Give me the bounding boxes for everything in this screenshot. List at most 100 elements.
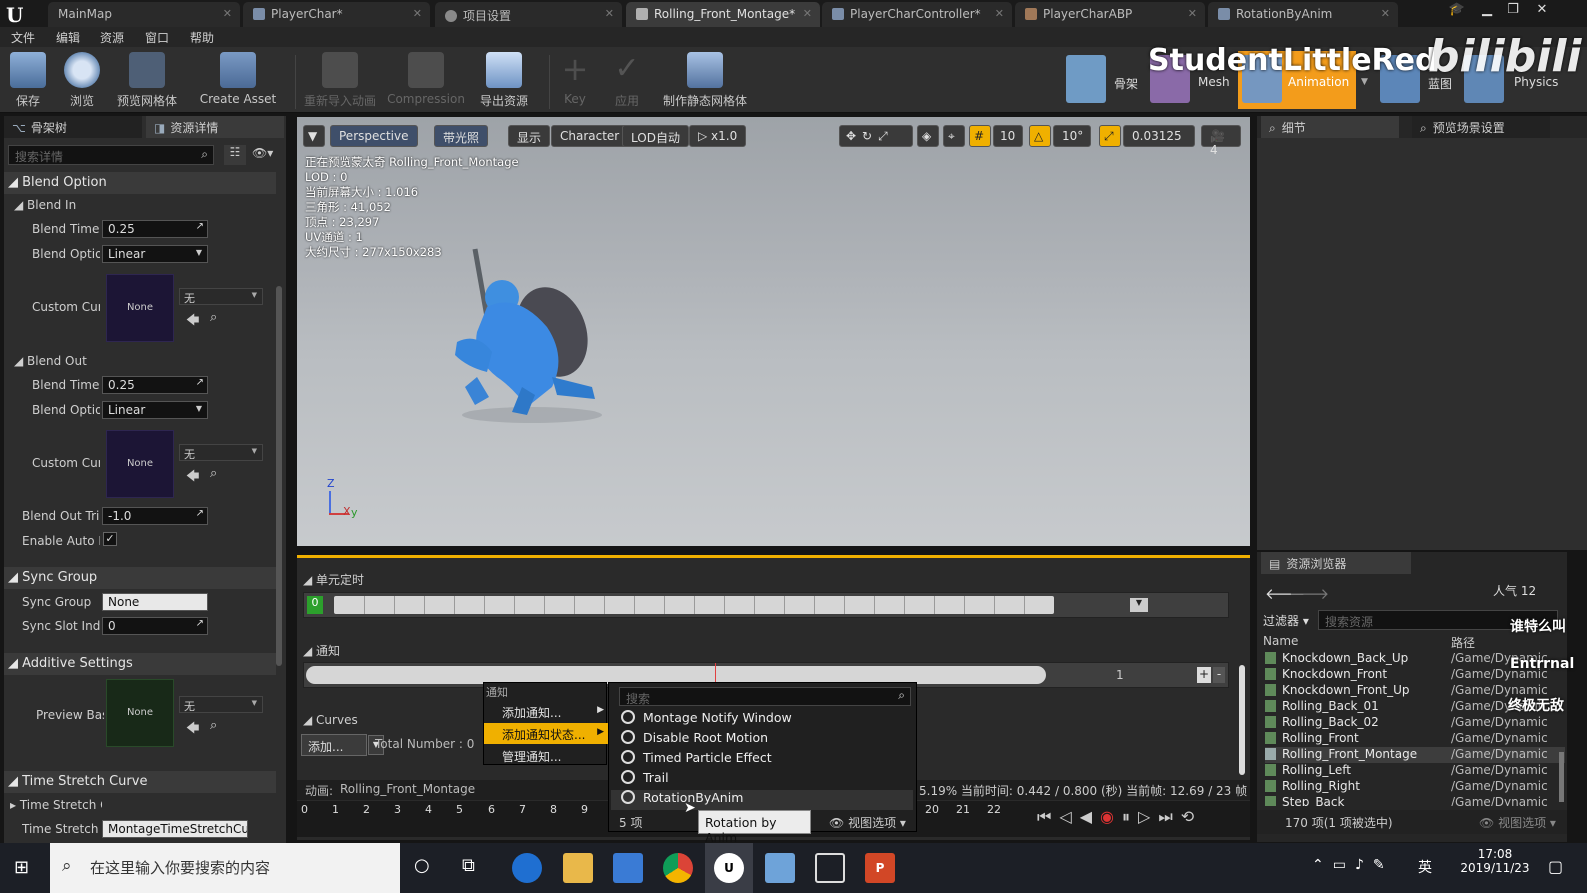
preview-base-combo[interactable]: 无	[179, 696, 263, 713]
use-selected-arrow-icon[interactable]: 🡄	[186, 467, 199, 489]
close-icon[interactable]: ✕	[803, 7, 812, 20]
pause-icon[interactable]: ⏸	[1122, 807, 1138, 826]
section-marker[interactable]: 0	[307, 596, 323, 614]
step-forward-icon[interactable]: ▷	[1138, 807, 1158, 826]
close-icon[interactable]: ✕	[223, 7, 232, 20]
show-button[interactable]: 显示	[508, 125, 551, 147]
step-back-icon[interactable]: ◁	[1059, 807, 1079, 826]
playback-speed-button[interactable]: ▷ x1.0	[689, 125, 747, 147]
local-world-icon[interactable]: ◈	[917, 125, 939, 147]
tab-asset-details[interactable]: ◨ 资源详情	[146, 116, 284, 138]
scrollbar[interactable]	[1239, 665, 1245, 775]
forward-arrow-icon[interactable]: 🡒	[1289, 584, 1329, 603]
column-path[interactable]: 路径	[1451, 634, 1475, 651]
maximize-icon[interactable]: ❐	[1502, 2, 1524, 20]
list-item[interactable]: Rolling_Back_02/Game/Dynamic	[1265, 715, 1565, 731]
ime-indicator[interactable]: 英	[1418, 857, 1432, 877]
subsection-blend-in[interactable]: ◢ Blend In	[4, 195, 276, 215]
grid-snap-icon[interactable]: #	[969, 125, 991, 147]
close-icon[interactable]: ✕	[995, 7, 1004, 20]
section-sync-group[interactable]: ◢ Sync Group	[4, 567, 276, 589]
tab-content-browser[interactable]: ▤ 资源浏览器	[1261, 552, 1411, 574]
section-time-stretch-curve[interactable]: ◢ Time Stretch Curve	[4, 771, 276, 793]
cortana-icon[interactable]: ○	[414, 855, 430, 876]
angle-size-button[interactable]: 10°	[1053, 125, 1091, 147]
character-button[interactable]: Character	[551, 125, 629, 147]
lit-button[interactable]: 带光照	[434, 125, 489, 147]
chrome-icon[interactable]	[663, 853, 693, 883]
graduation-cap-icon[interactable]: 🎓	[1446, 2, 1468, 20]
subsection-blend-out[interactable]: ◢ Blend Out	[4, 351, 276, 371]
store-icon[interactable]	[613, 853, 643, 883]
tab-playercharabp[interactable]: PlayerCharABP ✕	[1015, 2, 1205, 27]
blend-in-curve-thumbnail[interactable]: None	[106, 274, 174, 342]
chevron-down-icon[interactable]: ▼	[1130, 598, 1148, 612]
menu-edit[interactable]: 编辑	[56, 29, 80, 46]
details-search-input[interactable]: 搜索详情 ⌕	[8, 145, 214, 165]
list-item[interactable]: Rolling_Left/Game/Dynamic	[1265, 763, 1565, 779]
menu-file[interactable]: 文件	[11, 29, 35, 46]
blend-in-option-select[interactable]: Linear	[102, 245, 208, 263]
tab-playerchar[interactable]: PlayerChar* ✕	[243, 2, 430, 27]
windows-start-icon[interactable]: ⊞	[14, 857, 29, 878]
reimport-animation-button[interactable]: 重新导入动画	[300, 52, 380, 112]
whiteboard-icon[interactable]	[815, 853, 845, 883]
save-button[interactable]: 保存	[4, 52, 52, 112]
camera-speed-button[interactable]: 🎥 4	[1201, 125, 1241, 157]
scale-size-button[interactable]: 0.03125	[1123, 125, 1195, 147]
taskbar-search-input[interactable]: ⌕ 在这里输入你要搜索的内容	[50, 843, 400, 893]
montage-track[interactable]: 0 ▼	[303, 592, 1229, 618]
blend-out-time-field[interactable]: 0.25 ↗	[102, 376, 208, 394]
make-static-mesh-button[interactable]: 制作静态网格体	[656, 52, 754, 112]
task-view-icon[interactable]: ⧉	[462, 855, 475, 876]
close-icon[interactable]: ✕	[413, 7, 422, 20]
network-icon[interactable]: ▭	[1333, 857, 1355, 873]
tab-rotationbyanim[interactable]: RotationByAnim ✕	[1208, 2, 1398, 27]
notify-option-montage-notify-window[interactable]: Montage Notify Window	[621, 710, 792, 730]
section-blend-option[interactable]: ◢ Blend Option	[4, 172, 276, 194]
app-icon[interactable]	[765, 853, 795, 883]
powerpoint-icon[interactable]: P	[865, 853, 895, 883]
preview-base-thumbnail[interactable]: None	[106, 679, 174, 747]
minimize-icon[interactable]: ▁	[1476, 2, 1498, 20]
montage-segment[interactable]	[334, 596, 1054, 614]
preview-mesh-button[interactable]: 预览网格体	[112, 52, 182, 112]
column-name[interactable]: Name	[1263, 634, 1298, 648]
blend-in-curve-combo[interactable]: 无	[179, 288, 263, 305]
time-stretch-curve-name-field[interactable]: MontageTimeStretchCurve	[102, 820, 248, 838]
eye-icon[interactable]: 👁▾	[252, 146, 273, 160]
notification-icon[interactable]: ▢	[1548, 857, 1563, 876]
surface-snap-icon[interactable]: ⌖	[943, 125, 965, 147]
apply-button[interactable]: ✓ 应用	[606, 52, 648, 112]
unreal-taskbar-button[interactable]: U	[705, 843, 753, 893]
blend-out-trigger-field[interactable]: -1.0 ↗	[102, 507, 208, 525]
menu-help[interactable]: 帮助	[190, 29, 214, 46]
add-notify-state-menu-item[interactable]: 添加通知状态... ▶	[484, 723, 608, 744]
create-asset-button[interactable]: Create Asset	[196, 52, 280, 112]
menu-window[interactable]: 窗口	[145, 29, 169, 46]
viewport[interactable]: ▼ Perspective 带光照 显示 Character LOD自动 ▷ x…	[297, 117, 1250, 546]
notify-option-trail[interactable]: Trail	[621, 770, 669, 790]
chevron-down-icon[interactable]: ▼	[1361, 77, 1368, 87]
tab-project-settings[interactable]: 项目设置 ✕	[435, 2, 622, 27]
close-window-icon[interactable]: ✕	[1531, 2, 1553, 20]
sync-slot-index-field[interactable]: 0 ↗	[102, 617, 208, 635]
blend-out-curve-thumbnail[interactable]: None	[106, 430, 174, 498]
manage-notifies-menu-item[interactable]: 管理通知...	[484, 745, 608, 766]
edge-icon[interactable]	[512, 853, 542, 883]
tab-mainmap[interactable]: MainMap ✕	[48, 2, 240, 27]
scale-snap-icon[interactable]: ⤢	[1099, 125, 1121, 147]
volume-icon[interactable]: ♪	[1355, 857, 1373, 873]
tab-playercharcontroller[interactable]: PlayerCharController* ✕	[822, 2, 1012, 27]
use-selected-arrow-icon[interactable]: 🡄	[186, 719, 199, 741]
blend-out-option-select[interactable]: Linear	[102, 401, 208, 419]
file-explorer-icon[interactable]	[563, 853, 593, 883]
view-options-button[interactable]: 👁 视图选项 ▾	[829, 814, 906, 831]
browse-search-icon[interactable]: ⌕	[210, 718, 217, 733]
add-track-icon[interactable]: +	[1197, 667, 1211, 683]
notify-option-timed-particle-effect[interactable]: Timed Particle Effect	[621, 750, 772, 770]
blend-in-time-field[interactable]: 0.25 ↗	[102, 220, 208, 238]
key-button[interactable]: + Key	[554, 52, 596, 112]
scrollbar[interactable]	[1559, 752, 1564, 802]
section-notifies[interactable]: ◢ 通知	[303, 642, 340, 659]
